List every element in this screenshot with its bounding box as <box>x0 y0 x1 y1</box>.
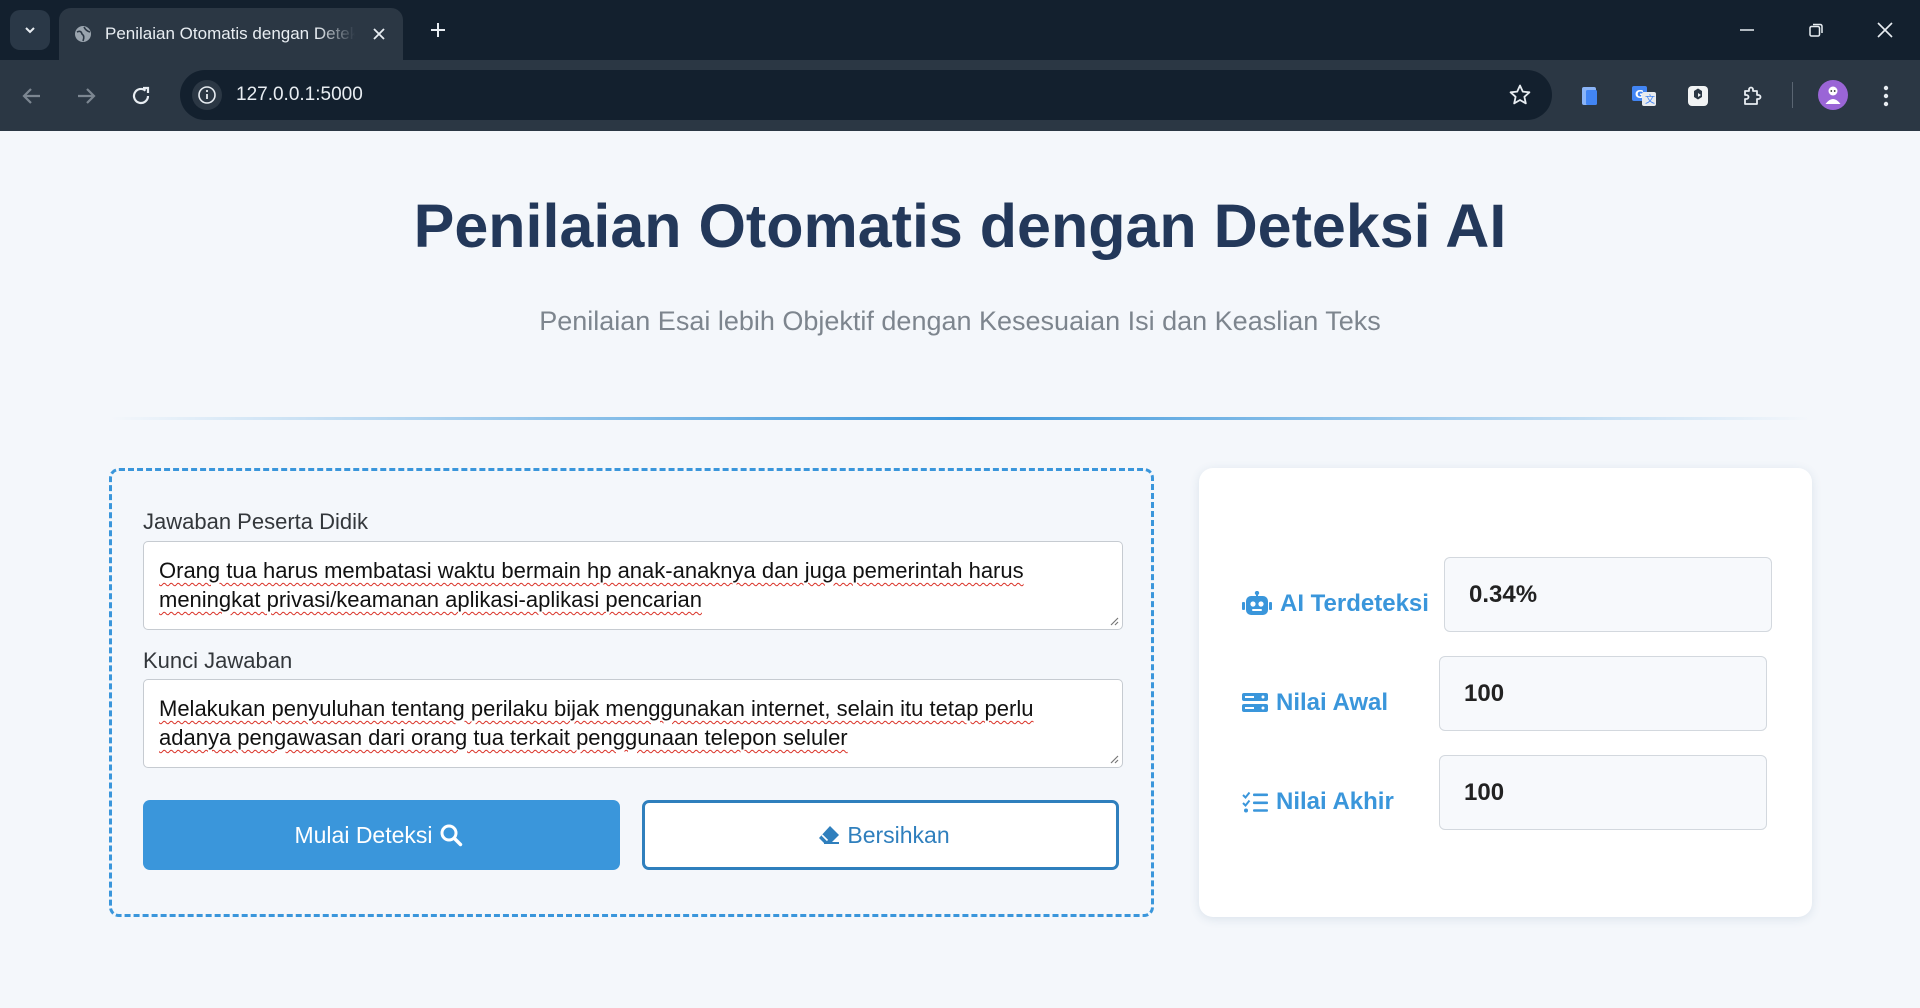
app-extension-icon <box>1688 86 1708 106</box>
tab-close-button[interactable] <box>369 24 389 44</box>
ai-detected-label-text: AI Terdeteksi <box>1280 590 1429 617</box>
final-score-value: 100 <box>1439 755 1767 830</box>
extension-app-button[interactable] <box>1682 80 1714 112</box>
back-button[interactable] <box>14 78 50 114</box>
profile-icon <box>1825 86 1841 104</box>
ai-detected-label: AI Terdeteksi <box>1242 590 1429 618</box>
ai-detected-value: 0.34% <box>1444 557 1772 632</box>
star-icon <box>1509 84 1531 105</box>
search-icon <box>440 824 462 847</box>
browser-tab-bar: Penilaian Otomatis dengan Deteksi AI <box>0 0 1920 60</box>
document-icon <box>1582 87 1597 105</box>
reload-button[interactable] <box>123 78 159 114</box>
translate-icon: G文 <box>1632 86 1656 106</box>
browser-toolbar: 127.0.0.1:5000 G文 <box>0 60 1920 131</box>
student-answer-text: Orang tua harus membatasi waktu bermain … <box>159 558 1024 612</box>
resize-grip-icon[interactable] <box>1107 752 1119 764</box>
chevron-down-icon <box>25 27 35 34</box>
svg-text:文: 文 <box>1645 93 1655 106</box>
initial-score-label-text: Nilai Awal <box>1276 689 1389 716</box>
answer-key-textarea[interactable]: Melakukan penyuluhan tentang perilaku bi… <box>143 679 1123 768</box>
resize-grip-icon[interactable] <box>1107 614 1119 626</box>
answer-key-text: Melakukan penyuluhan tentang perilaku bi… <box>159 696 1034 750</box>
globe-icon <box>75 26 91 42</box>
close-icon <box>1877 22 1893 38</box>
robot-icon <box>1242 591 1272 615</box>
minimize-icon <box>1740 29 1754 31</box>
eraser-icon <box>819 826 840 844</box>
browser-tab[interactable]: Penilaian Otomatis dengan Deteksi AI <box>59 8 403 60</box>
clear-button[interactable]: Bersihkan <box>642 800 1119 870</box>
toolbar-separator <box>1792 82 1793 108</box>
address-bar[interactable]: 127.0.0.1:5000 <box>180 70 1552 120</box>
start-detection-label: Mulai Deteksi <box>294 821 433 848</box>
header-divider <box>110 417 1810 420</box>
browser-menu-button[interactable] <box>1870 80 1902 112</box>
profile-avatar[interactable] <box>1818 80 1848 110</box>
bookmark-button[interactable] <box>1508 83 1532 107</box>
extensions-button[interactable] <box>1736 80 1768 112</box>
more-vertical-icon <box>1883 85 1889 107</box>
arrow-right-icon <box>78 88 96 104</box>
initial-score-value: 100 <box>1439 656 1767 731</box>
initial-score-label: Nilai Awal <box>1242 689 1388 717</box>
page-subtitle: Penilaian Esai lebih Objektif dengan Kes… <box>539 306 1381 336</box>
info-icon <box>198 86 216 104</box>
start-detection-button[interactable]: Mulai Deteksi <box>143 800 620 870</box>
tab-search-button[interactable] <box>10 10 50 50</box>
final-score-label: Nilai Akhir <box>1242 788 1394 816</box>
input-form-card: Jawaban Peserta Didik Orang tua harus me… <box>109 468 1154 917</box>
result-card: AI Terdeteksi 0.34% Nilai Awal 100 Nilai… <box>1199 468 1812 917</box>
restore-icon <box>1809 23 1823 37</box>
server-icon <box>1242 693 1268 712</box>
student-answer-label: Jawaban Peserta Didik <box>143 509 369 534</box>
extension-translate-button[interactable]: G文 <box>1628 80 1660 112</box>
reload-icon <box>132 86 150 105</box>
close-icon <box>373 28 385 40</box>
close-window-button[interactable] <box>1869 14 1901 46</box>
minimize-button[interactable] <box>1731 14 1763 46</box>
plus-icon <box>431 23 445 37</box>
final-score-label-text: Nilai Akhir <box>1276 788 1394 815</box>
new-tab-button[interactable] <box>424 16 452 44</box>
page-content: Penilaian Otomatis dengan Deteksi AI Pen… <box>0 131 1920 1008</box>
url-text[interactable]: 127.0.0.1:5000 <box>236 70 363 120</box>
puzzle-icon <box>1744 86 1762 105</box>
answer-key-label: Kunci Jawaban <box>143 648 293 673</box>
clear-label: Bersihkan <box>847 821 950 848</box>
arrow-left-icon <box>22 88 40 104</box>
site-info-button[interactable] <box>192 80 222 110</box>
student-answer-textarea[interactable]: Orang tua harus membatasi waktu bermain … <box>143 541 1123 630</box>
restore-button[interactable] <box>1800 14 1832 46</box>
extension-docs-button[interactable] <box>1574 80 1606 112</box>
tab-title: Penilaian Otomatis dengan Deteksi AI <box>105 24 355 43</box>
page-title: Penilaian Otomatis dengan Deteksi AI <box>413 192 1507 260</box>
list-check-icon <box>1242 791 1268 813</box>
forward-button[interactable] <box>68 78 104 114</box>
